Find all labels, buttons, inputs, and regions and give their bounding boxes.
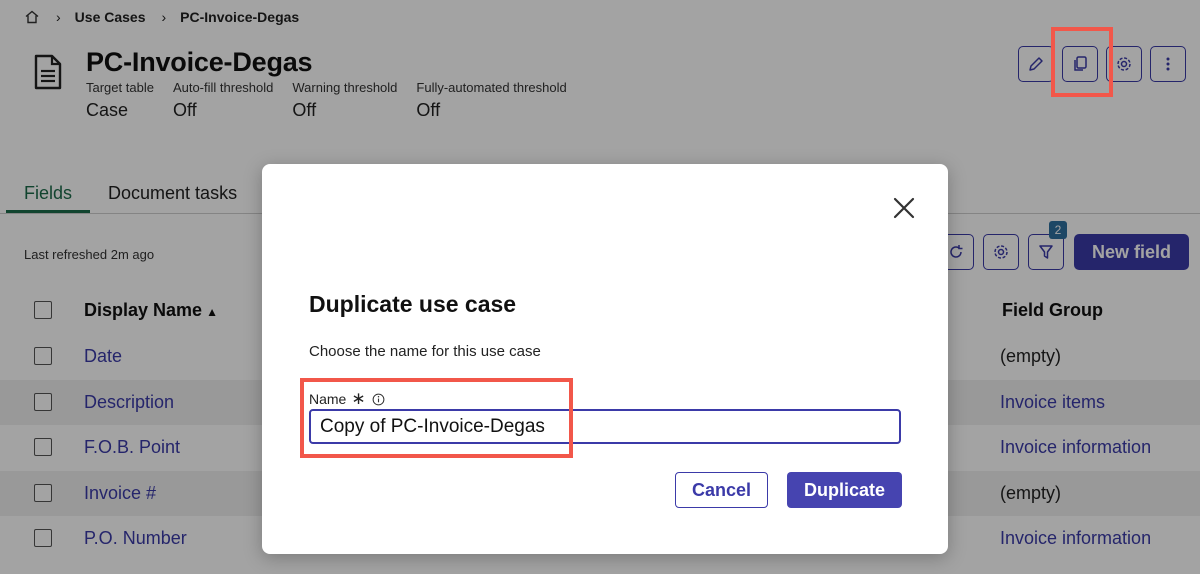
close-dialog-button[interactable] xyxy=(892,196,916,220)
highlight-name-field xyxy=(300,378,573,458)
close-icon xyxy=(893,197,915,219)
highlight-duplicate-button xyxy=(1051,27,1113,97)
duplicate-confirm-button[interactable]: Duplicate xyxy=(787,472,902,508)
dialog-description: Choose the name for this use case xyxy=(309,343,541,360)
dialog-title: Duplicate use case xyxy=(309,291,517,317)
duplicate-use-case-dialog: Duplicate use case Choose the name for t… xyxy=(262,164,948,554)
cancel-button[interactable]: Cancel xyxy=(675,472,768,508)
